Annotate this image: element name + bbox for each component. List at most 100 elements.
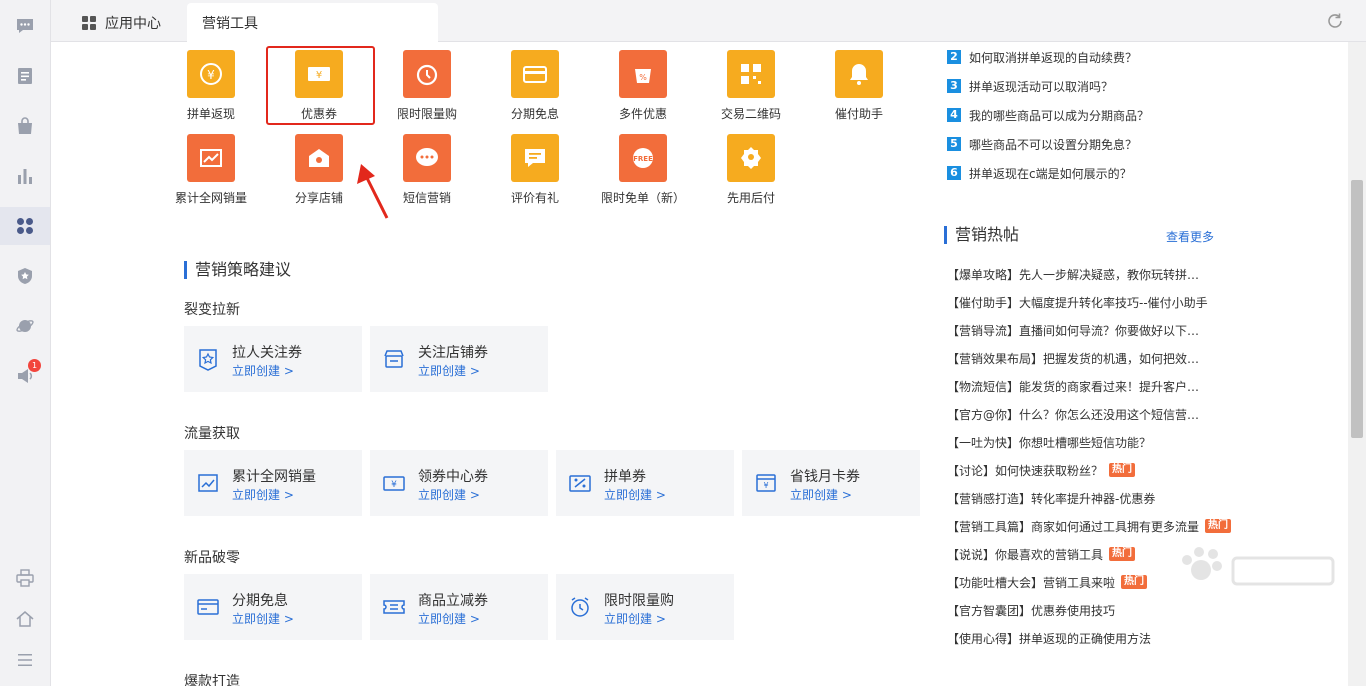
tool-sales-trend[interactable]: 累计全网销量 (161, 128, 261, 208)
instant-discount-icon (383, 600, 405, 614)
tool-tile (511, 50, 559, 98)
strategy-card-name: 省钱月卡券 (790, 469, 860, 485)
create-now-link[interactable]: 立即创建 > (418, 362, 480, 379)
sidebar-goods[interactable] (0, 107, 50, 145)
faq-number: 2 (947, 50, 961, 64)
create-now-link[interactable]: 立即创建 > (604, 610, 666, 627)
hot-posts-more-link[interactable]: 查看更多 (1166, 228, 1214, 245)
strategy-card[interactable]: 商品立减券 立即创建 > (370, 574, 548, 640)
strategy-card[interactable]: ¥ 领券中心券 立即创建 > (370, 450, 548, 516)
tool-tile (727, 50, 775, 98)
create-now-link[interactable]: 立即创建 > (418, 486, 480, 503)
strategy-card-name: 拉人关注券 (232, 345, 302, 361)
left-sidebar: 1 (0, 0, 51, 686)
create-now-link[interactable]: 立即创建 > (790, 486, 852, 503)
hot-badge: 热门 (1121, 575, 1148, 589)
sidebar-menu[interactable] (0, 641, 50, 679)
strategy-card[interactable]: 拼单券 立即创建 > (556, 450, 734, 516)
use-first-pay-later-icon (741, 147, 761, 169)
create-now-link[interactable]: 立即创建 > (418, 610, 480, 627)
faq-text: 我的哪些商品可以成为分期商品？ (969, 108, 1150, 123)
tool-free-order[interactable]: FREE 限时免单（新） (593, 128, 693, 208)
strategy-card[interactable]: 累计全网销量 立即创建 > (184, 450, 362, 516)
tool-alarm-clock[interactable]: 限时限量购 (377, 44, 477, 124)
strategy-card[interactable]: 限时限量购 立即创建 > (556, 574, 734, 640)
create-now-link[interactable]: 立即创建 > (232, 486, 294, 503)
review-gift-icon (525, 149, 545, 167)
tool-review-gift[interactable]: 评价有礼 (485, 128, 585, 208)
sms-bubble-icon (416, 148, 438, 166)
hot-post-item[interactable]: 【一吐为快】你想吐槽哪些短信功能？ (947, 433, 1237, 451)
tab-app-center[interactable]: 应用中心 (81, 3, 161, 42)
scrollbar-thumb[interactable] (1351, 180, 1363, 438)
create-now-link[interactable]: 立即创建 > (232, 610, 294, 627)
hot-post-item[interactable]: 【营销效果布局】把握发货的机遇，如何把效果做大 (947, 349, 1237, 367)
hot-post-item[interactable]: 【营销感打造】转化率提升神器-优惠券 (947, 489, 1237, 507)
hot-post-item[interactable]: 【营销导流】直播间如何导流？你要做好以下几点 (947, 321, 1237, 339)
chat-icon (17, 19, 33, 33)
tool-tile (187, 134, 235, 182)
faq-text: 哪些商品不可以设置分期免息？ (969, 137, 1138, 152)
strategy-card[interactable]: 拉人关注券 立即创建 > (184, 326, 362, 392)
sidebar-data[interactable] (0, 157, 50, 195)
strategy-card[interactable]: 关注店铺券 立即创建 > (370, 326, 548, 392)
red-arrow-icon (357, 164, 389, 219)
hot-post-item[interactable]: 【使用心得】拼单返现的正确使用方法 (947, 629, 1237, 647)
shop-follow-icon (384, 350, 404, 368)
sidebar-planet[interactable] (0, 307, 50, 345)
tool-multi-item-discount[interactable]: % 多件优惠 (593, 44, 693, 124)
tool-tile (403, 134, 451, 182)
tool-name: 累计全网销量 (174, 191, 247, 205)
strategy-category-title: 爆款打造 (184, 674, 240, 686)
strategy-category-title: 裂变拉新 (184, 302, 240, 318)
tab-marketing-tools-label: 营销工具 (202, 15, 258, 32)
refresh-button[interactable] (1326, 12, 1344, 34)
tool-bell[interactable]: 催付助手 (809, 44, 909, 124)
create-now-link[interactable]: 立即创建 > (232, 362, 294, 379)
hot-post-item[interactable]: 【讨论】如何快速获取粉丝？ 热门 (947, 461, 1237, 479)
bell-icon (850, 64, 868, 85)
create-now-link[interactable]: 立即创建 > (604, 486, 666, 503)
highlight-box (266, 46, 375, 125)
strategy-card-name: 领券中心券 (418, 469, 488, 485)
strategy-card[interactable]: ¥ 省钱月卡券 立即创建 > (742, 450, 920, 516)
hot-post-item[interactable]: 【营销工具篇】商家如何通过工具拥有更多流量 热门 (947, 517, 1237, 535)
tool-coin-return[interactable]: ¥ 拼单返现 (161, 44, 261, 124)
tool-name: 限时免单（新） (600, 191, 685, 205)
sidebar-security[interactable] (0, 257, 50, 295)
hot-post-item[interactable]: 【催付助手】大幅度提升转化率技巧--催付小助手 (947, 293, 1237, 311)
hot-post-item[interactable]: 【物流短信】能发货的商家看过来！提升客户物流体验 (947, 377, 1237, 395)
strategy-card[interactable]: 分期免息 立即创建 > (184, 574, 362, 640)
sidebar-notifications[interactable]: 1 (0, 357, 50, 395)
sidebar-home[interactable] (0, 600, 50, 638)
hot-post-text: 【官方@你】什么？你怎么还没用这个短信营销工具 (947, 407, 1209, 422)
sidebar-messages[interactable] (0, 7, 50, 45)
tool-card-installment[interactable]: 分期免息 (485, 44, 585, 124)
sidebar-print[interactable] (0, 559, 50, 597)
faq-number: 6 (947, 166, 961, 180)
hot-post-text: 【爆单攻略】先人一步解决疑惑，教你玩转拼单返现 (947, 267, 1209, 282)
tab-marketing-tools[interactable]: 营销工具 (187, 3, 438, 42)
sidebar-orders[interactable] (0, 57, 50, 95)
tab-app-center-label: 应用中心 (105, 15, 161, 32)
strategy-card-name: 分期免息 (232, 593, 288, 609)
tool-use-first-pay-later[interactable]: 先用后付 (701, 128, 801, 208)
faq-item[interactable]: 5 哪些商品不可以设置分期免息？ (947, 135, 1137, 153)
hot-posts-title: 营销热帖 (944, 226, 1019, 244)
hot-post-item[interactable]: 【官方@你】什么？你怎么还没用这个短信营销工具 (947, 405, 1237, 423)
faq-text: 如何取消拼单返现的自动续费？ (969, 50, 1138, 65)
faq-item[interactable]: 3 拼单返现活动可以取消吗？ (947, 77, 1113, 95)
hot-post-item[interactable]: 【爆单攻略】先人一步解决疑惑，教你玩转拼单返现 (947, 265, 1237, 283)
hot-post-text: 【功能吐槽大会】营销工具来啦 (947, 575, 1116, 590)
sidebar-apps[interactable] (0, 207, 50, 245)
tool-tile (403, 50, 451, 98)
faq-item[interactable]: 2 如何取消拼单返现的自动续费？ (947, 48, 1137, 66)
strategy-card-name: 累计全网销量 (232, 469, 316, 485)
tool-qr-code[interactable]: 交易二维码 (701, 44, 801, 124)
vertical-scrollbar[interactable] (1348, 42, 1366, 686)
faq-item[interactable]: 6 拼单返现在c端是如何展示的？ (947, 164, 1132, 182)
tool-name: 限时限量购 (396, 107, 457, 121)
tool-tile (295, 134, 343, 182)
hot-post-text: 【营销感打造】转化率提升神器-优惠券 (947, 491, 1156, 506)
faq-item[interactable]: 4 我的哪些商品可以成为分期商品？ (947, 106, 1149, 124)
